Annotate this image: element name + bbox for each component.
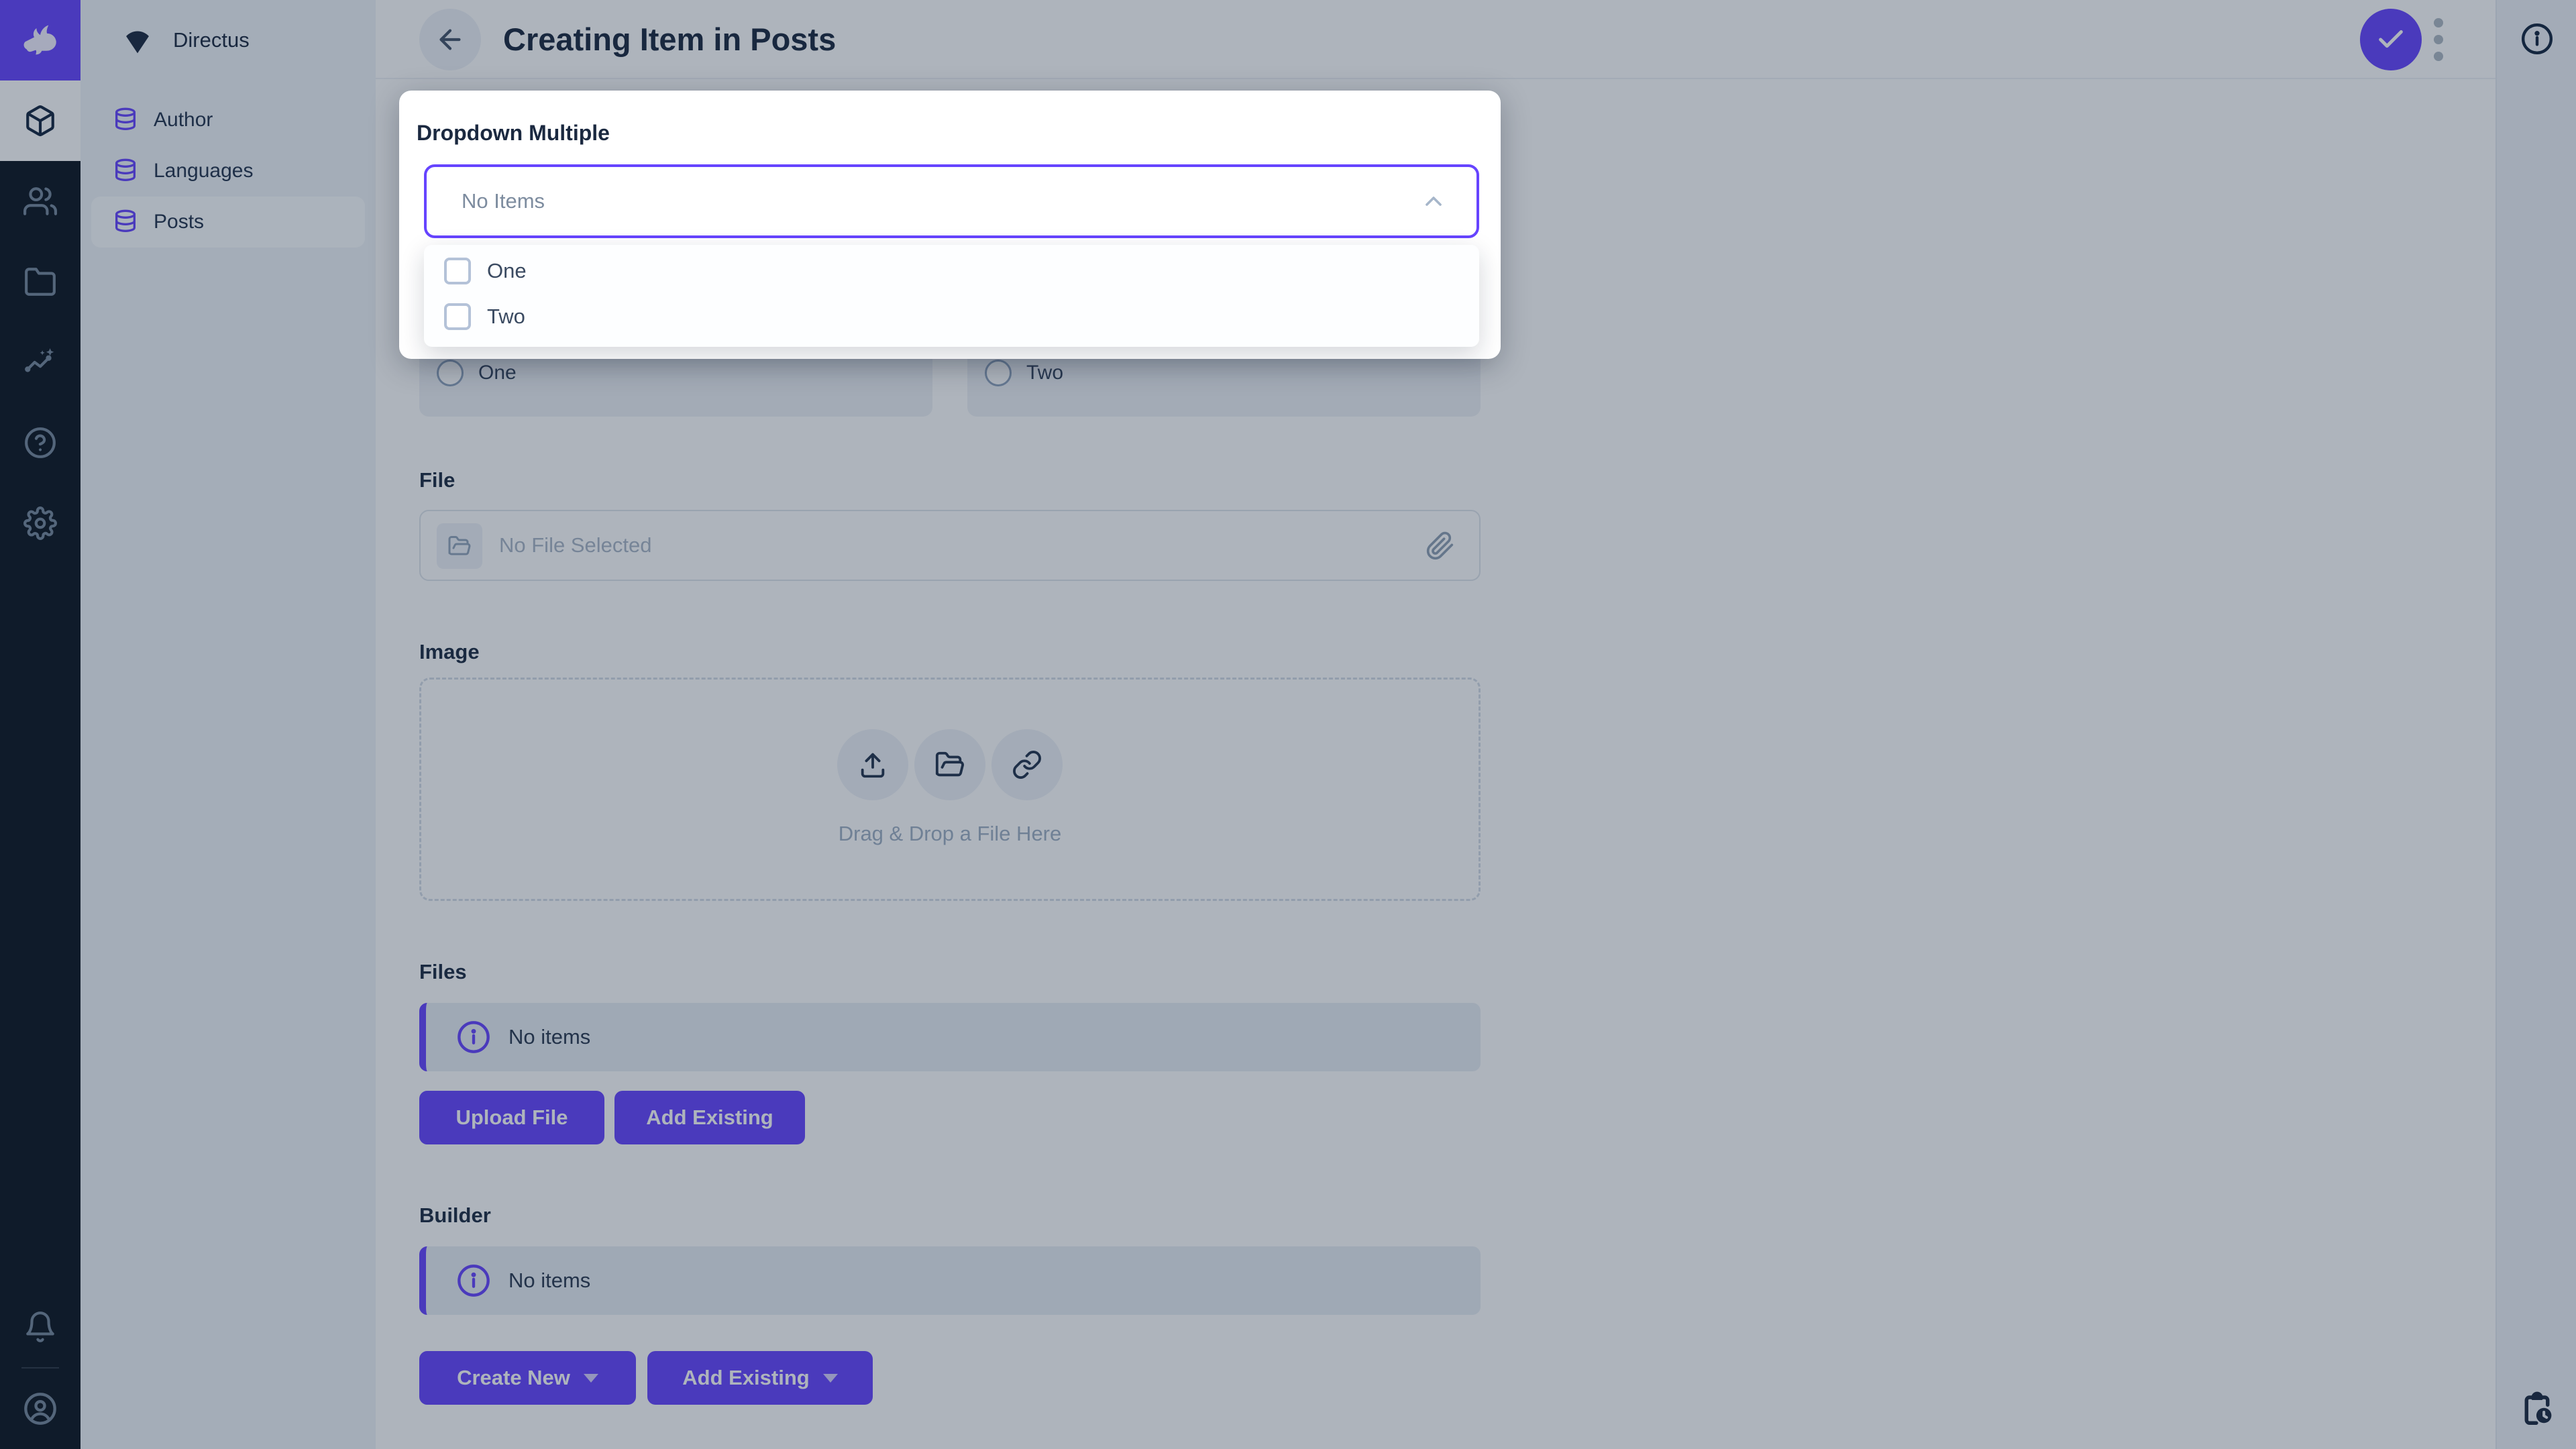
- dropdown-option-one[interactable]: One: [424, 248, 1479, 294]
- option-two-label: Two: [487, 305, 525, 328]
- checkbox-one[interactable]: [444, 258, 471, 284]
- dropdown-select[interactable]: No Items: [424, 164, 1479, 238]
- dropdown-menu: One Two: [424, 245, 1479, 347]
- dropdown-option-two[interactable]: Two: [424, 294, 1479, 339]
- dropdown-field-label: Dropdown Multiple: [417, 121, 610, 145]
- checkbox-two[interactable]: [444, 303, 471, 330]
- dropdown-select-value: No Items: [462, 189, 545, 213]
- dropdown-multiple-popover: Dropdown Multiple No Items One Two: [399, 91, 1501, 359]
- chevron-up-icon: [1420, 188, 1447, 215]
- option-one-label: One: [487, 259, 527, 282]
